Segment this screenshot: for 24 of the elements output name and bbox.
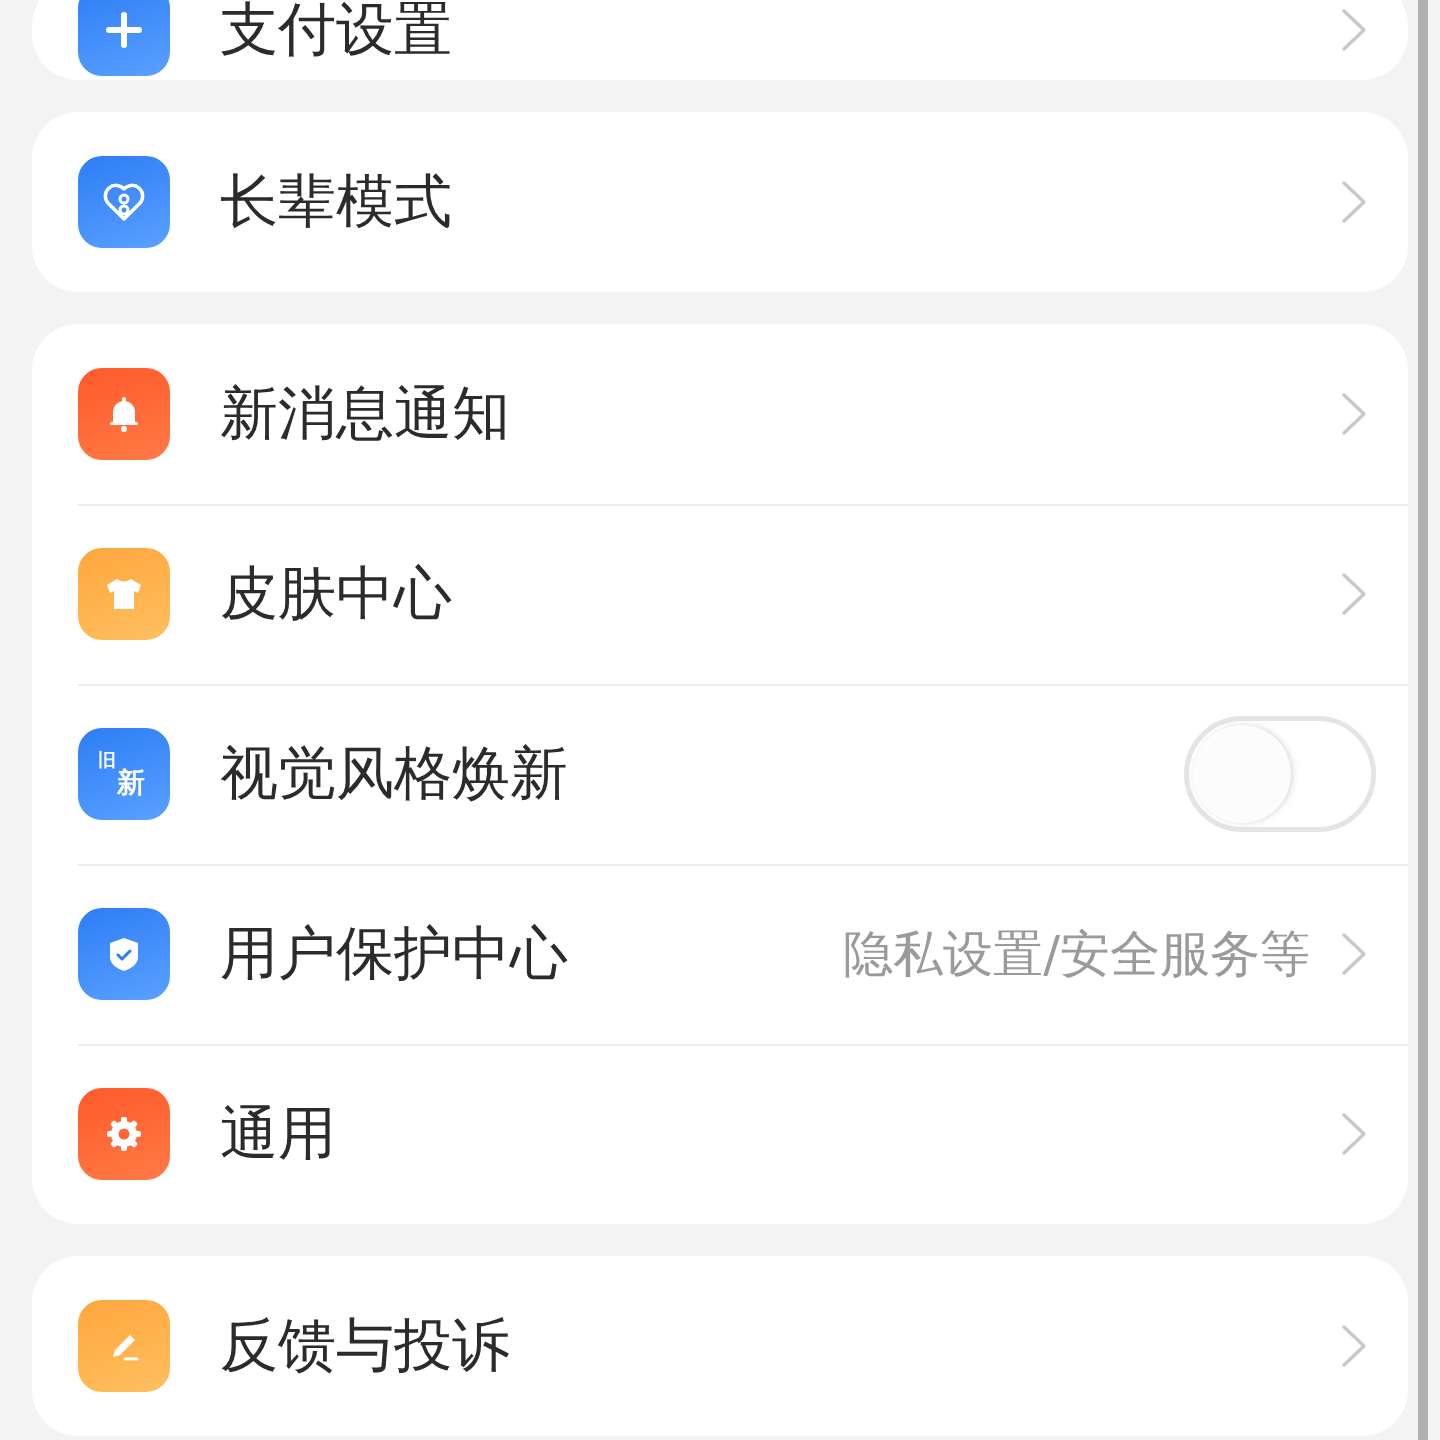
setting-label: 长辈模式 — [220, 170, 452, 234]
chevron-icon[interactable] — [1340, 179, 1368, 225]
pencil-icon — [78, 1300, 170, 1392]
chevron-icon[interactable] — [1340, 931, 1368, 977]
setting-label: 通用 — [220, 1102, 336, 1166]
setting-label: 用户保护中心 — [220, 922, 568, 986]
setting-label: 支付设置 — [220, 0, 452, 62]
chevron-icon[interactable] — [1340, 1323, 1368, 1369]
chevron-icon[interactable] — [1340, 391, 1368, 437]
setting-value: 隐私设置/安全服务等 — [843, 923, 1310, 985]
scrollbar[interactable] — [1418, 0, 1428, 1440]
settings-icon — [78, 1088, 170, 1180]
setting-label: 反馈与投诉 — [220, 1314, 510, 1378]
old-new-icon: 旧 新 — [78, 728, 170, 820]
shield-check-icon — [78, 908, 170, 1000]
chevron-icon[interactable] — [1340, 1111, 1368, 1157]
setting-label: 新消息通知 — [220, 382, 510, 446]
setting-label: 皮肤中心 — [220, 562, 452, 626]
chevron-icon[interactable] — [1340, 571, 1368, 617]
bell-icon — [78, 368, 170, 460]
heart-icon — [78, 156, 170, 248]
chevron-icon[interactable] — [1340, 7, 1368, 53]
setting-label: 视觉风格焕新 — [220, 742, 568, 806]
t-shirt-icon — [78, 548, 170, 640]
